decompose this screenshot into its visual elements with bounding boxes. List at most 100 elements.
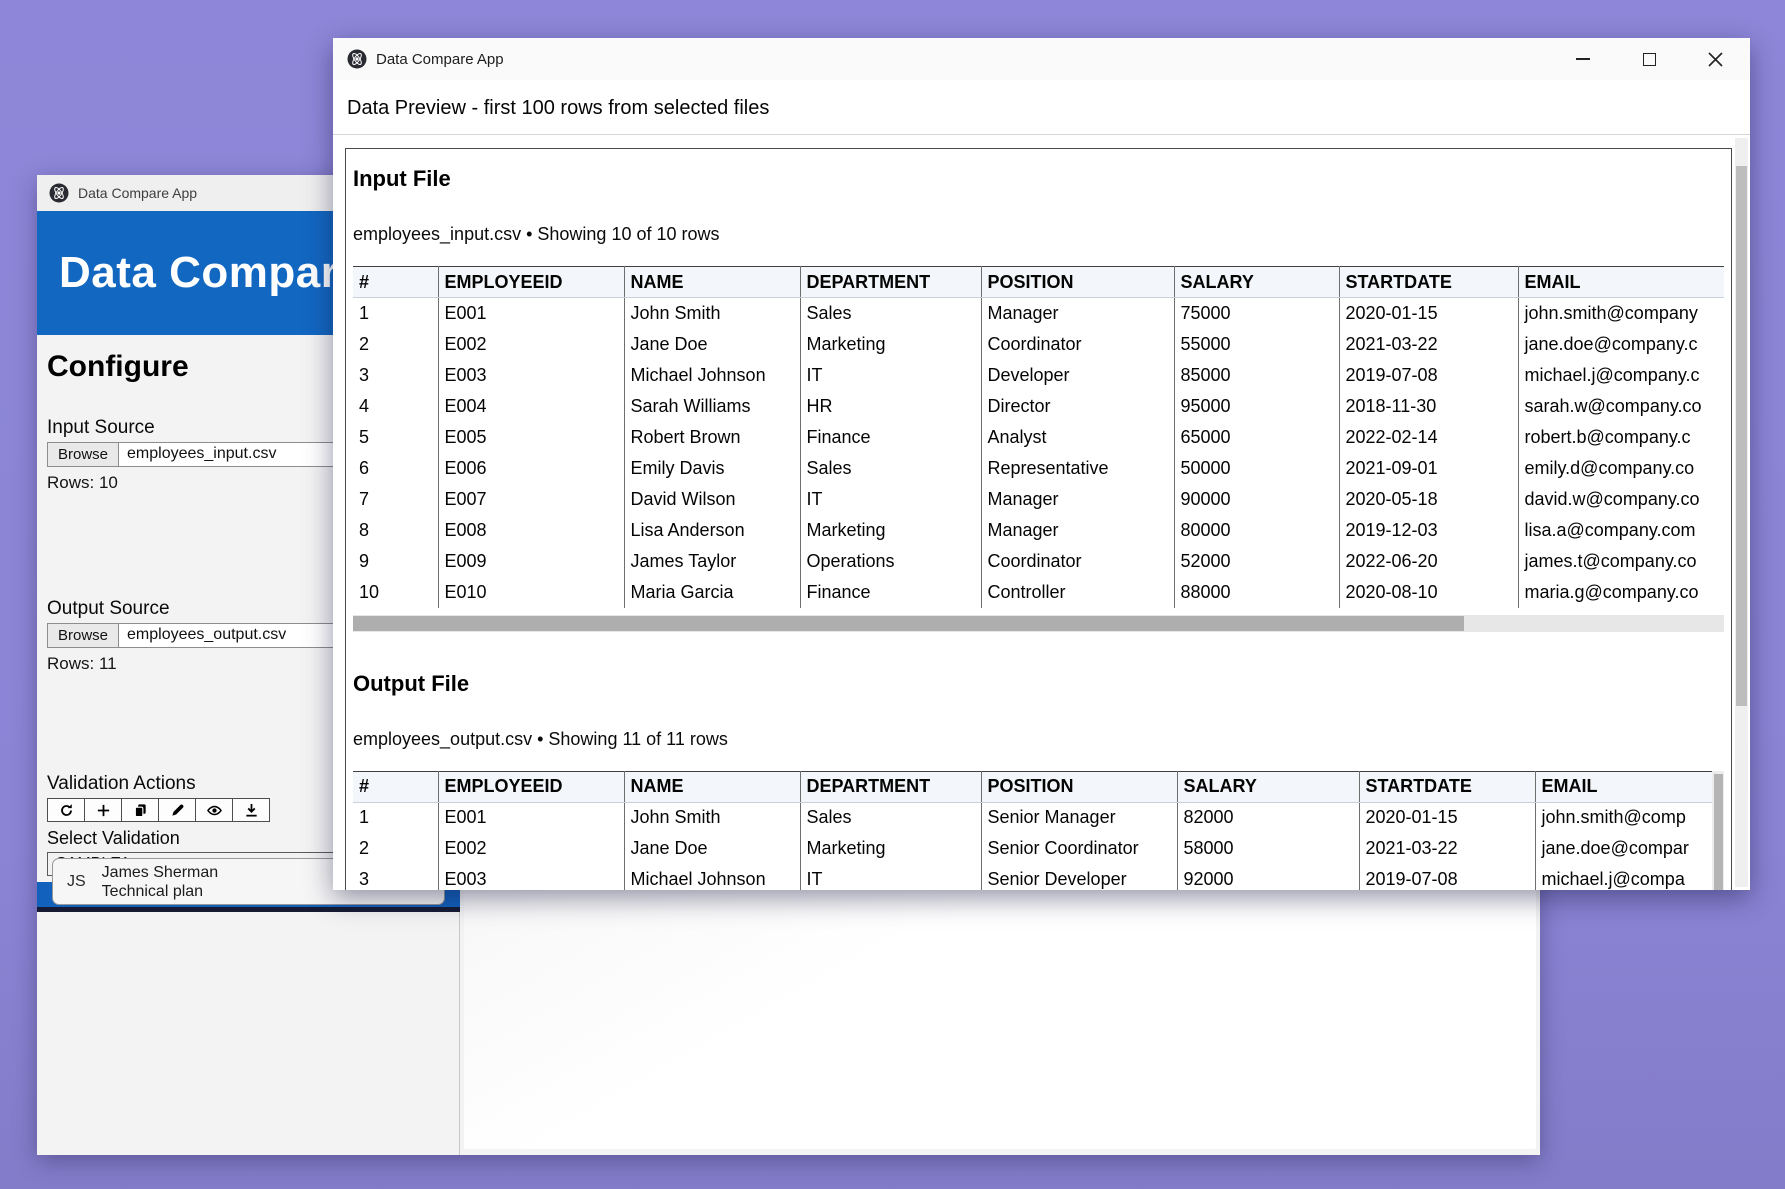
output-table-scrollbar-thumb[interactable] <box>1714 774 1723 891</box>
table-cell: Senior Coordinator <box>981 833 1177 864</box>
output-table: #EMPLOYEEIDNAMEDEPARTMENTPOSITIONSALARYS… <box>353 771 1724 891</box>
close-icon <box>1708 52 1723 67</box>
table-cell: james.t@company.co <box>1518 546 1724 577</box>
table-cell: Controller <box>981 577 1174 608</box>
table-cell: IT <box>800 484 981 515</box>
table-cell: E008 <box>438 515 624 546</box>
preview-window: Data Compare App Data Preview - first 10… <box>333 38 1750 890</box>
table-row: 2E002Jane DoeMarketingSenior Coordinator… <box>353 833 1724 864</box>
table-cell: 2022-06-20 <box>1339 546 1518 577</box>
table-cell: sarah.w@company.co <box>1518 391 1724 422</box>
window-controls <box>1572 48 1736 70</box>
output-browse-button[interactable]: Browse <box>48 624 119 647</box>
add-action-button[interactable] <box>84 798 122 822</box>
table-cell: Emily Davis <box>624 453 800 484</box>
edit-action-button[interactable] <box>158 798 196 822</box>
column-header: NAME <box>624 267 800 298</box>
table-cell: Marketing <box>800 515 981 546</box>
table-cell: 2019-07-08 <box>1339 360 1518 391</box>
input-file-heading: Input File <box>353 165 1724 193</box>
table-cell: 80000 <box>1174 515 1339 546</box>
copy-action-button[interactable] <box>121 798 159 822</box>
table-row: 8E008Lisa AndersonMarketingManager800002… <box>353 515 1724 546</box>
table-cell: 3 <box>353 864 438 890</box>
output-source-label: Output Source <box>47 598 170 620</box>
table-cell: 2022-02-14 <box>1339 422 1518 453</box>
table-cell: Coordinator <box>981 329 1174 360</box>
table-cell: john.smith@company <box>1518 298 1724 329</box>
table-cell: HR <box>800 391 981 422</box>
table-cell: 58000 <box>1177 833 1359 864</box>
table-cell: Operations <box>800 546 981 577</box>
copy-icon <box>133 803 148 818</box>
table-cell: Coordinator <box>981 546 1174 577</box>
table-cell: Sales <box>800 453 981 484</box>
input-browse-button[interactable]: Browse <box>48 443 119 466</box>
table-cell: 1 <box>353 802 438 833</box>
table-cell: 2 <box>353 833 438 864</box>
preview-window-titlebar[interactable]: Data Compare App <box>333 38 1750 80</box>
table-row: 2E002Jane DoeMarketingCoordinator5500020… <box>353 329 1724 360</box>
table-cell: David Wilson <box>624 484 800 515</box>
table-cell: 88000 <box>1174 577 1339 608</box>
table-cell: James Taylor <box>624 546 800 577</box>
output-table-wrapper: #EMPLOYEEIDNAMEDEPARTMENTPOSITIONSALARYS… <box>353 771 1724 891</box>
table-cell: 2020-05-18 <box>1339 484 1518 515</box>
table-cell: 55000 <box>1174 329 1339 360</box>
table-cell: 3 <box>353 360 438 391</box>
table-cell: david.w@company.co <box>1518 484 1724 515</box>
view-action-button[interactable] <box>195 798 233 822</box>
refresh-icon <box>59 803 74 818</box>
table-header-row: #EMPLOYEEIDNAMEDEPARTMENTPOSITIONSALARYS… <box>353 267 1724 298</box>
output-filename: employees_output.csv <box>119 624 286 647</box>
table-cell: lisa.a@company.com <box>1518 515 1724 546</box>
minimize-icon <box>1576 58 1590 60</box>
table-cell: Director <box>981 391 1174 422</box>
table-cell: IT <box>800 360 981 391</box>
table-cell: E001 <box>438 298 624 329</box>
table-cell: E002 <box>438 329 624 360</box>
table-cell: Jane Doe <box>624 833 800 864</box>
refresh-action-button[interactable] <box>47 798 85 822</box>
output-file-heading: Output File <box>353 670 1724 698</box>
close-button[interactable] <box>1704 48 1726 70</box>
preview-vertical-scrollbar[interactable] <box>1735 138 1748 887</box>
column-header: POSITION <box>981 771 1177 802</box>
table-cell: IT <box>800 864 981 890</box>
add-icon <box>96 803 111 818</box>
table-cell: E004 <box>438 391 624 422</box>
table-cell: E001 <box>438 802 624 833</box>
table-row: 10E010Maria GarciaFinanceController88000… <box>353 577 1724 608</box>
minimize-button[interactable] <box>1572 48 1594 70</box>
table-cell: maria.g@company.co <box>1518 577 1724 608</box>
horizontal-scrollbar-thumb[interactable] <box>353 616 1464 631</box>
output-table-scrollbar[interactable] <box>1712 771 1724 891</box>
table-cell: 2019-12-03 <box>1339 515 1518 546</box>
preview-vertical-scrollbar-thumb[interactable] <box>1736 166 1747 706</box>
download-action-button[interactable] <box>232 798 270 822</box>
user-name: James Sherman <box>102 863 219 882</box>
table-cell: Developer <box>981 360 1174 391</box>
table-cell: Maria Garcia <box>624 577 800 608</box>
table-cell: 5 <box>353 422 438 453</box>
table-cell: 6 <box>353 453 438 484</box>
desktop: Data Compare App Data Compare Configure … <box>0 0 1785 1189</box>
table-cell: Michael Johnson <box>624 360 800 391</box>
horizontal-scrollbar[interactable] <box>353 615 1724 632</box>
input-table-wrapper: #EMPLOYEEIDNAMEDEPARTMENTPOSITIONSALARYS… <box>353 266 1724 608</box>
table-cell: John Smith <box>624 802 800 833</box>
table-cell: 2021-03-22 <box>1339 329 1518 360</box>
column-header: SALARY <box>1177 771 1359 802</box>
table-cell: 4 <box>353 391 438 422</box>
maximize-button[interactable] <box>1638 48 1660 70</box>
table-cell: E005 <box>438 422 624 453</box>
table-cell: 50000 <box>1174 453 1339 484</box>
input-table: #EMPLOYEEIDNAMEDEPARTMENTPOSITIONSALARYS… <box>353 266 1724 608</box>
table-cell: 2021-09-01 <box>1339 453 1518 484</box>
column-header: DEPARTMENT <box>800 771 981 802</box>
table-cell: Jane Doe <box>624 329 800 360</box>
input-source-label: Input Source <box>47 417 155 439</box>
column-header: NAME <box>624 771 800 802</box>
table-cell: Analyst <box>981 422 1174 453</box>
table-cell: 2020-01-15 <box>1359 802 1535 833</box>
